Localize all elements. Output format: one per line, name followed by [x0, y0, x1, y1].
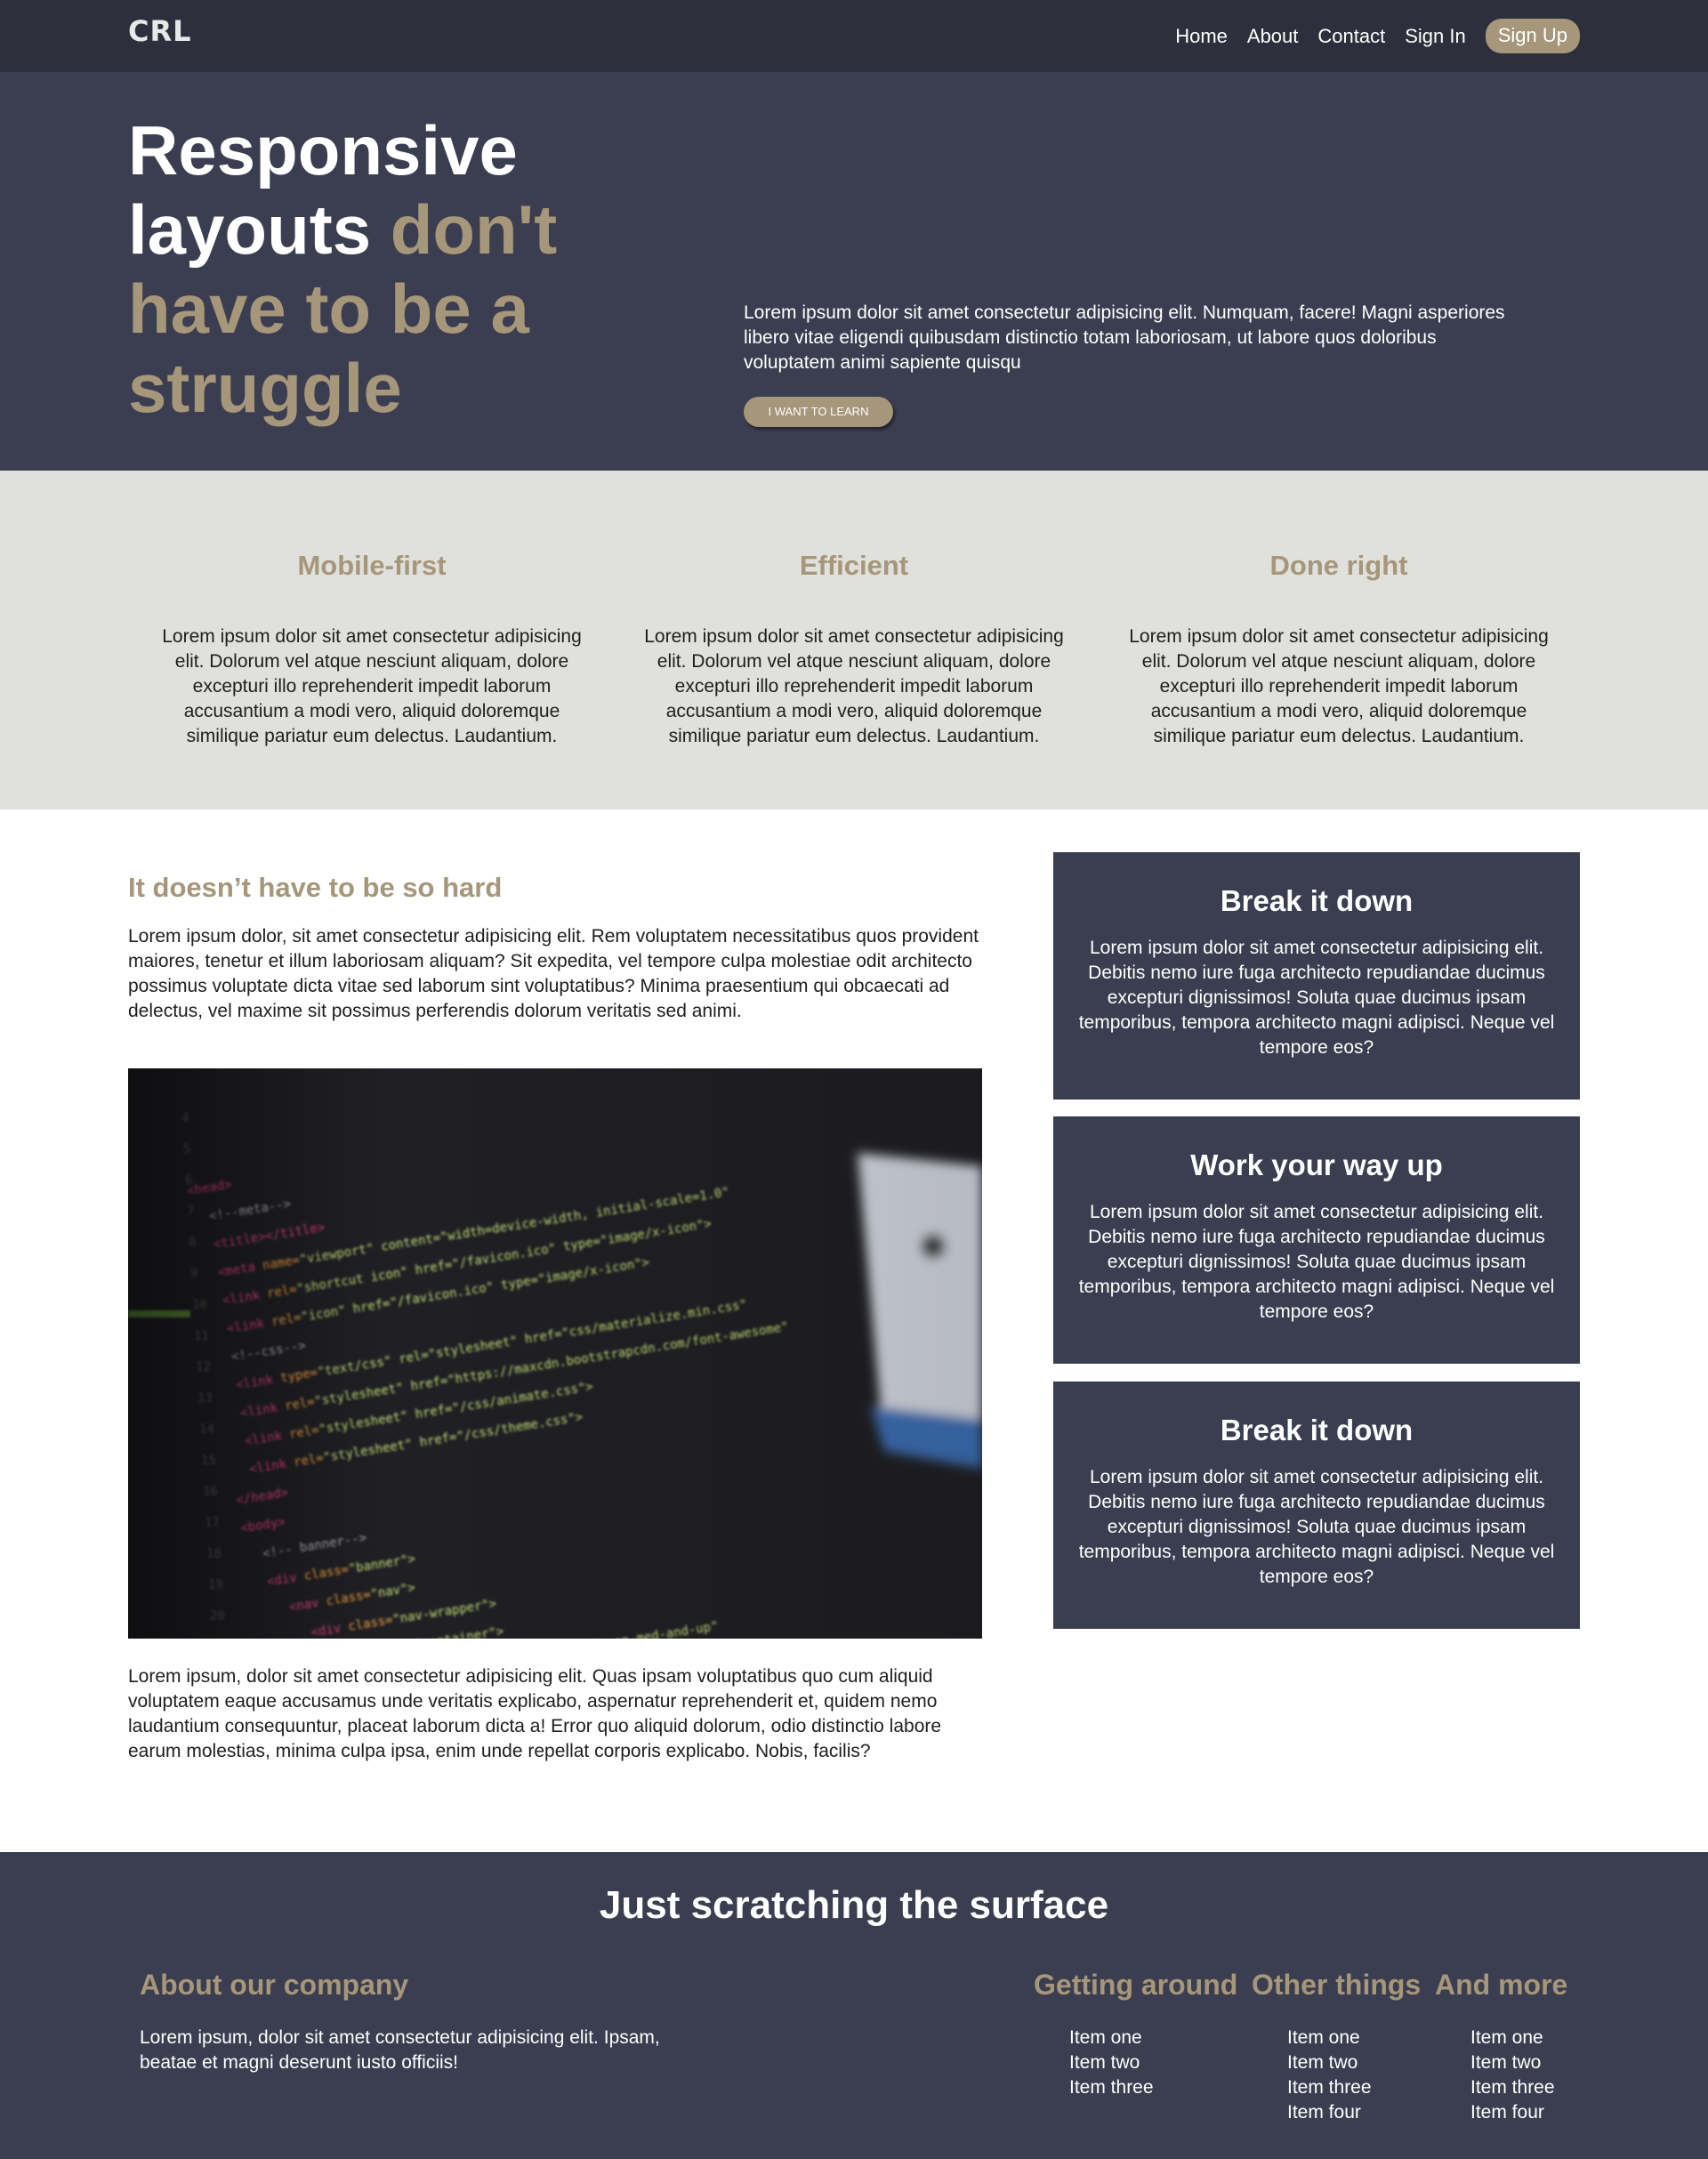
footer-col-and-more: And more Item one Item two Item three It…: [1435, 1969, 1567, 2125]
footer-col-heading: Getting around: [1034, 1969, 1238, 2001]
features-section: Mobile-first Lorem ipsum dolor sit amet …: [0, 471, 1708, 810]
nav-home-link[interactable]: Home: [1175, 25, 1228, 48]
top-nav: CRL Home About Contact Sign In Sign Up: [0, 0, 1708, 72]
card-text: Lorem ipsum dolor sit amet consectetur a…: [1078, 1467, 1555, 1587]
footer-title: Just scratching the surface: [599, 1883, 1109, 1927]
footer-list: Item one Item two Item three Item four: [1287, 2026, 1421, 2125]
footer-list-item[interactable]: Item two: [1069, 2050, 1237, 2075]
footer-list-item[interactable]: Item three: [1069, 2075, 1237, 2100]
hero-text: Lorem ipsum dolor sit amet consectetur a…: [744, 302, 1505, 373]
card-work-your-way-up: Work your way up Lorem ipsum dolor sit a…: [1053, 1116, 1580, 1364]
footer-list-item[interactable]: Item three: [1470, 2075, 1567, 2100]
nav-signup-button[interactable]: Sign Up: [1485, 19, 1580, 53]
card-title: Break it down: [1220, 884, 1414, 917]
hero-title: Responsive layouts don't have to be a st…: [128, 111, 626, 428]
main-paragraph-1: Lorem ipsum dolor, sit amet consectetur …: [128, 926, 979, 1021]
footer-about-text: Lorem ipsum, dolor sit amet consectetur …: [140, 2027, 660, 2073]
nav-links: Home About Contact Sign In Sign Up: [1175, 0, 1580, 72]
footer-list: Item one Item two Item three: [1069, 2026, 1237, 2100]
footer-list-item[interactable]: Item four: [1470, 2100, 1567, 2125]
card-break-it-down-2: Break it down Lorem ipsum dolor sit amet…: [1053, 1382, 1580, 1629]
card-break-it-down: Break it down Lorem ipsum dolor sit amet…: [1053, 852, 1580, 1100]
footer-list-item[interactable]: Item two: [1470, 2050, 1567, 2075]
card-title: Work your way up: [1190, 1148, 1443, 1181]
footer-list-item[interactable]: Item one: [1069, 2026, 1237, 2050]
feature-title: Done right: [1269, 550, 1408, 581]
page: CRL Home About Contact Sign In Sign Up R…: [0, 0, 1708, 2159]
feature-text: Lorem ipsum dolor sit amet consectetur a…: [644, 626, 1064, 746]
footer-list: Item one Item two Item three Item four: [1470, 2026, 1567, 2125]
card-text: Lorem ipsum dolor sit amet consectetur a…: [1078, 1202, 1555, 1322]
feature-mobile-first: Mobile-first Lorem ipsum dolor sit amet …: [145, 471, 599, 749]
footer-col-other-things: Other things Item one Item two Item thre…: [1252, 1969, 1421, 2125]
footer-col-heading: And more: [1435, 1969, 1568, 2001]
footer-about: About our company Lorem ipsum, dolor sit…: [140, 1969, 709, 2075]
footer-list-item[interactable]: Item two: [1287, 2050, 1421, 2075]
code-screen-illustration: 456 789 101112 131415 161718 1920 <head>…: [128, 1068, 982, 1639]
feature-text: Lorem ipsum dolor sit amet consectetur a…: [1129, 626, 1549, 746]
footer-list-item[interactable]: Item three: [1287, 2075, 1421, 2100]
learn-button[interactable]: I want to learn: [744, 397, 893, 427]
feature-title: Mobile-first: [297, 550, 447, 581]
main-paragraph-2: Lorem ipsum, dolor sit amet consectetur …: [128, 1666, 942, 1761]
footer-list-item[interactable]: Item one: [1470, 2026, 1567, 2050]
footer-col-getting-around: Getting around Item one Item two Item th…: [1034, 1969, 1237, 2100]
footer-about-heading: About our company: [140, 1969, 409, 2001]
feature-title: Efficient: [799, 550, 909, 581]
nav-signin-link[interactable]: Sign In: [1405, 25, 1466, 48]
footer-col-heading: Other things: [1252, 1969, 1422, 2001]
logo[interactable]: CRL: [128, 14, 192, 48]
main-heading: It doesn’t have to be so hard: [128, 872, 503, 903]
footer-list-item[interactable]: Item one: [1287, 2026, 1421, 2050]
nav-about-link[interactable]: About: [1247, 25, 1299, 48]
hero-section: Responsive layouts don't have to be a st…: [0, 72, 1708, 471]
card-text: Lorem ipsum dolor sit amet consectetur a…: [1078, 938, 1555, 1058]
card-title: Break it down: [1220, 1414, 1414, 1446]
footer-list-item[interactable]: Item four: [1287, 2100, 1421, 2125]
footer: Just scratching the surface About our co…: [0, 1852, 1708, 2159]
feature-done-right: Done right Lorem ipsum dolor sit amet co…: [1112, 471, 1566, 749]
feature-efficient: Efficient Lorem ipsum dolor sit amet con…: [627, 471, 1081, 749]
feature-text: Lorem ipsum dolor sit amet consectetur a…: [162, 626, 582, 746]
nav-contact-link[interactable]: Contact: [1317, 25, 1385, 48]
code-editor-image: 456 789 101112 131415 161718 1920 <head>…: [128, 1068, 982, 1639]
